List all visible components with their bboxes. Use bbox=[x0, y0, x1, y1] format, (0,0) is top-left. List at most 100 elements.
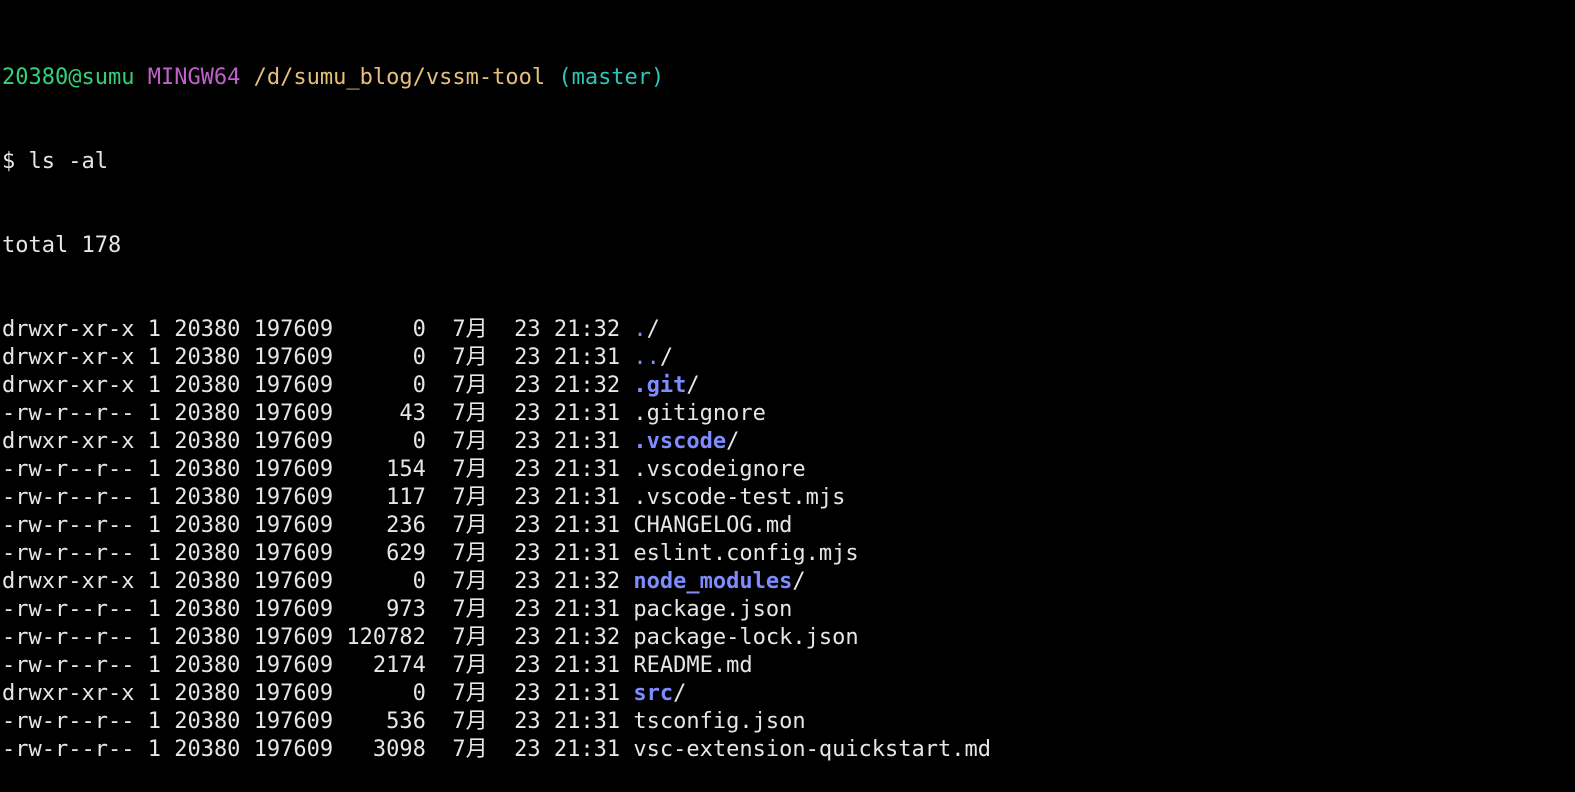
row-size: 973 bbox=[346, 597, 426, 622]
row-owner: 20380 bbox=[174, 457, 241, 482]
row-perms: drwxr-xr-x bbox=[2, 681, 135, 706]
listing-row: drwxr-xr-x 1 20380 197609 0 7月 23 21:31 … bbox=[2, 680, 1575, 708]
row-day: 23 bbox=[514, 625, 541, 650]
row-day: 23 bbox=[514, 317, 541, 342]
row-time: 21:31 bbox=[553, 737, 621, 762]
prompt-line: 20380@sumu MINGW64 /d/sumu_blog/vssm-too… bbox=[2, 64, 1575, 92]
row-owner: 20380 bbox=[174, 429, 241, 454]
row-size: 0 bbox=[346, 681, 426, 706]
row-filename-suffix: / bbox=[673, 681, 687, 706]
row-month: 7月 bbox=[452, 317, 488, 342]
row-time: 21:32 bbox=[553, 569, 621, 594]
row-day: 23 bbox=[514, 401, 541, 426]
row-owner: 20380 bbox=[174, 625, 241, 650]
row-links: 1 bbox=[147, 653, 161, 678]
row-day: 23 bbox=[514, 569, 541, 594]
row-links: 1 bbox=[147, 345, 161, 370]
listing-row: -rw-r--r-- 1 20380 197609 43 7月 23 21:31… bbox=[2, 400, 1575, 428]
row-month: 7月 bbox=[452, 373, 488, 398]
listing-row: -rw-r--r-- 1 20380 197609 973 7月 23 21:3… bbox=[2, 596, 1575, 624]
row-links: 1 bbox=[147, 513, 161, 538]
row-group: 197609 bbox=[253, 513, 334, 538]
row-time: 21:31 bbox=[553, 681, 621, 706]
row-perms: drwxr-xr-x bbox=[2, 345, 135, 370]
row-owner: 20380 bbox=[174, 401, 241, 426]
row-links: 1 bbox=[147, 681, 161, 706]
row-size: 0 bbox=[346, 569, 426, 594]
row-group: 197609 bbox=[253, 401, 334, 426]
row-perms: drwxr-xr-x bbox=[2, 429, 135, 454]
listing-row: -rw-r--r-- 1 20380 197609 2174 7月 23 21:… bbox=[2, 652, 1575, 680]
row-month: 7月 bbox=[452, 737, 488, 762]
row-owner: 20380 bbox=[174, 513, 241, 538]
row-filename: vsc-extension-quickstart.md bbox=[633, 737, 992, 762]
row-links: 1 bbox=[147, 597, 161, 622]
row-month: 7月 bbox=[452, 429, 488, 454]
row-perms: -rw-r--r-- bbox=[2, 737, 135, 762]
row-filename: tsconfig.json bbox=[633, 709, 806, 734]
row-time: 21:32 bbox=[553, 317, 621, 342]
row-group: 197609 bbox=[253, 681, 334, 706]
row-links: 1 bbox=[147, 569, 161, 594]
row-group: 197609 bbox=[253, 541, 334, 566]
row-filename: node_modules bbox=[633, 569, 793, 594]
row-group: 197609 bbox=[253, 597, 334, 622]
row-size: 0 bbox=[346, 345, 426, 370]
row-month: 7月 bbox=[452, 457, 488, 482]
row-month: 7月 bbox=[452, 681, 488, 706]
row-time: 21:31 bbox=[553, 457, 621, 482]
row-perms: -rw-r--r-- bbox=[2, 597, 135, 622]
row-time: 21:31 bbox=[553, 653, 621, 678]
row-month: 7月 bbox=[452, 653, 488, 678]
row-perms: -rw-r--r-- bbox=[2, 513, 135, 538]
row-owner: 20380 bbox=[174, 373, 241, 398]
row-day: 23 bbox=[514, 457, 541, 482]
row-owner: 20380 bbox=[174, 709, 241, 734]
row-filename-suffix: / bbox=[686, 373, 700, 398]
listing-row: -rw-r--r-- 1 20380 197609 236 7月 23 21:3… bbox=[2, 512, 1575, 540]
listing-row: drwxr-xr-x 1 20380 197609 0 7月 23 21:32 … bbox=[2, 316, 1575, 344]
listing: drwxr-xr-x 1 20380 197609 0 7月 23 21:32 … bbox=[2, 316, 1575, 764]
row-filename: . bbox=[633, 317, 647, 342]
row-size: 43 bbox=[346, 401, 426, 426]
row-filename-suffix: / bbox=[726, 429, 740, 454]
listing-row: -rw-r--r-- 1 20380 197609 536 7月 23 21:3… bbox=[2, 708, 1575, 736]
row-size: 236 bbox=[346, 513, 426, 538]
row-group: 197609 bbox=[253, 569, 334, 594]
row-day: 23 bbox=[514, 737, 541, 762]
row-group: 197609 bbox=[253, 625, 334, 650]
row-day: 23 bbox=[514, 541, 541, 566]
row-filename: .git bbox=[633, 373, 687, 398]
row-filename: package-lock.json bbox=[633, 625, 859, 650]
row-day: 23 bbox=[514, 345, 541, 370]
row-day: 23 bbox=[514, 681, 541, 706]
row-owner: 20380 bbox=[174, 345, 241, 370]
row-perms: drwxr-xr-x bbox=[2, 373, 135, 398]
row-size: 154 bbox=[346, 457, 426, 482]
row-time: 21:31 bbox=[553, 709, 621, 734]
row-size: 0 bbox=[346, 373, 426, 398]
prompt-user-host: 20380@sumu bbox=[2, 65, 135, 90]
row-month: 7月 bbox=[452, 709, 488, 734]
row-time: 21:31 bbox=[553, 597, 621, 622]
row-group: 197609 bbox=[253, 345, 334, 370]
row-day: 23 bbox=[514, 373, 541, 398]
row-links: 1 bbox=[147, 401, 161, 426]
row-owner: 20380 bbox=[174, 737, 241, 762]
command-line: $ ls -al bbox=[2, 149, 108, 174]
row-links: 1 bbox=[147, 429, 161, 454]
row-perms: drwxr-xr-x bbox=[2, 317, 135, 342]
row-links: 1 bbox=[147, 737, 161, 762]
row-links: 1 bbox=[147, 541, 161, 566]
row-day: 23 bbox=[514, 429, 541, 454]
row-month: 7月 bbox=[452, 597, 488, 622]
row-filename: .vscode-test.mjs bbox=[633, 485, 846, 510]
row-perms: drwxr-xr-x bbox=[2, 569, 135, 594]
row-links: 1 bbox=[147, 457, 161, 482]
row-day: 23 bbox=[514, 513, 541, 538]
listing-row: drwxr-xr-x 1 20380 197609 0 7月 23 21:31 … bbox=[2, 428, 1575, 456]
terminal-window[interactable]: 20380@sumu MINGW64 /d/sumu_blog/vssm-too… bbox=[0, 0, 1575, 762]
row-owner: 20380 bbox=[174, 485, 241, 510]
row-links: 1 bbox=[147, 373, 161, 398]
row-filename: .vscodeignore bbox=[633, 457, 806, 482]
